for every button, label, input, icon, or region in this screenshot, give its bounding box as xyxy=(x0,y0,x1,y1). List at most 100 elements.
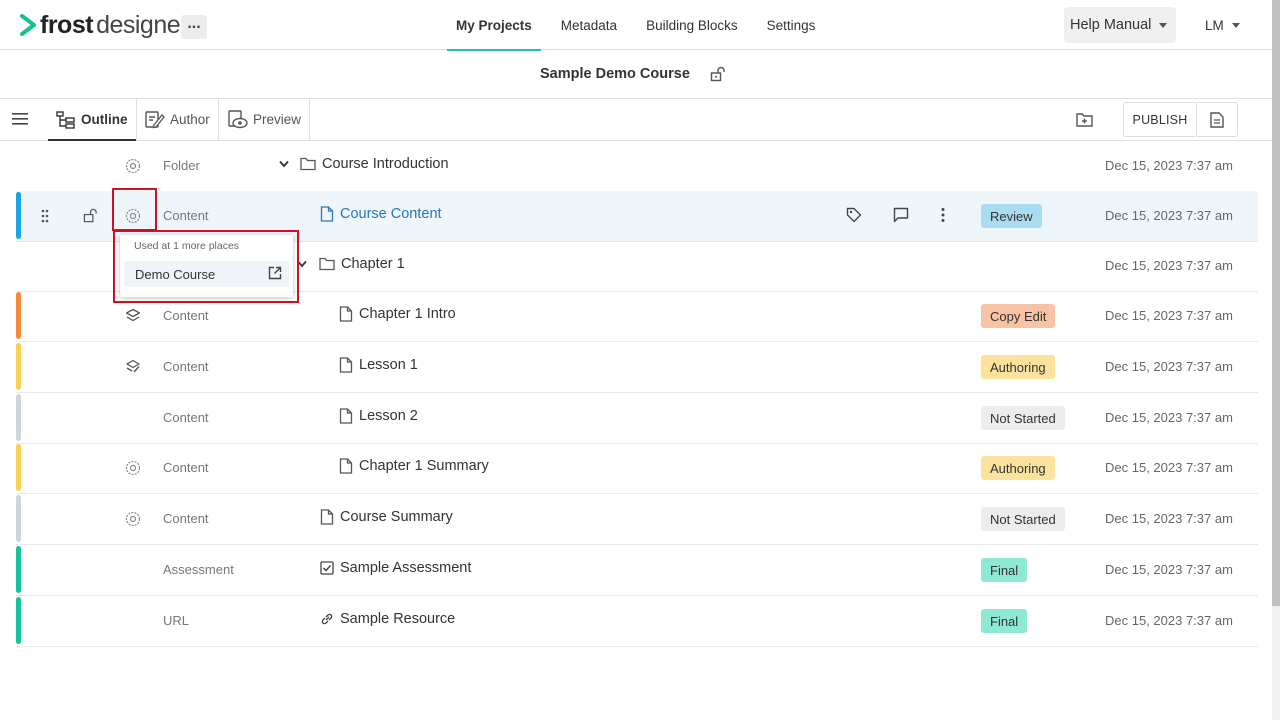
row-color-bar xyxy=(16,546,21,593)
row-title-text: Course Content xyxy=(340,206,442,222)
row-type: Folder xyxy=(163,158,200,173)
row-title-text: Lesson 2 xyxy=(359,408,418,424)
course-title: Sample Demo Course xyxy=(540,66,690,82)
file-icon xyxy=(339,306,353,322)
scrollbar-thumb[interactable] xyxy=(1272,0,1280,606)
user-menu[interactable]: LM xyxy=(1205,18,1240,33)
row-date: Dec 15, 2023 7:37 am xyxy=(1105,308,1233,323)
table-row[interactable]: Content Lesson 2 Not Started Dec 15, 202… xyxy=(16,393,1258,444)
tag-icon[interactable] xyxy=(846,207,862,223)
table-row[interactable]: Content Chapter 1 Summary Authoring Dec … xyxy=(16,443,1258,494)
table-row[interactable]: URL Sample Resource Final Dec 15, 2023 7… xyxy=(16,596,1258,647)
view-toolbar: Outline Author Preview PUBLISH xyxy=(0,99,1272,141)
file-icon xyxy=(339,458,353,474)
row-type: Content xyxy=(163,460,209,475)
checkbox-icon xyxy=(320,561,334,575)
row-title[interactable]: Chapter 1 xyxy=(319,256,405,272)
row-title-text: Chapter 1 xyxy=(341,256,405,272)
status-badge[interactable]: Review xyxy=(981,204,1042,228)
file-icon xyxy=(320,206,334,222)
new-folder-icon[interactable] xyxy=(1076,112,1093,127)
status-badge[interactable]: Authoring xyxy=(981,355,1055,379)
edit-document-icon xyxy=(145,111,165,129)
chevron-down-icon[interactable] xyxy=(279,160,289,168)
row-date: Dec 15, 2023 7:37 am xyxy=(1105,511,1233,526)
row-date: Dec 15, 2023 7:37 am xyxy=(1105,258,1233,273)
row-type: Content xyxy=(163,410,209,425)
view-tab-outline[interactable]: Outline xyxy=(48,99,137,141)
file-icon xyxy=(320,509,334,525)
tab-building-blocks[interactable]: Building Blocks xyxy=(637,0,747,50)
table-row[interactable]: Content Lesson 1 Authoring Dec 15, 2023 … xyxy=(16,342,1258,393)
layers-icon[interactable] xyxy=(125,308,141,324)
row-title[interactable]: Sample Assessment xyxy=(320,560,471,576)
row-type: Content xyxy=(163,359,209,374)
row-color-bar xyxy=(16,192,21,239)
tab-settings[interactable]: Settings xyxy=(758,0,825,50)
row-title[interactable]: Sample Resource xyxy=(320,611,455,627)
linked-content-icon[interactable] xyxy=(125,511,141,527)
row-title[interactable]: Lesson 2 xyxy=(339,408,418,424)
row-date: Dec 15, 2023 7:37 am xyxy=(1105,613,1233,628)
row-type: Assessment xyxy=(163,562,234,577)
row-color-bar xyxy=(16,597,21,644)
row-color-bar xyxy=(16,292,21,339)
highlight-box xyxy=(112,188,157,231)
status-badge[interactable]: Final xyxy=(981,558,1028,582)
tab-metadata[interactable]: Metadata xyxy=(552,0,626,50)
table-row[interactable]: Content Course Summary Not Started Dec 1… xyxy=(16,494,1258,545)
status-badge[interactable]: Final xyxy=(981,609,1028,633)
document-report-button[interactable] xyxy=(1197,102,1238,137)
app-logo[interactable]: frost designer xyxy=(20,10,188,40)
row-title[interactable]: Chapter 1 Summary xyxy=(339,458,489,474)
row-color-bar xyxy=(16,444,21,491)
user-initials: LM xyxy=(1205,18,1224,33)
status-badge[interactable]: Authoring xyxy=(981,456,1055,480)
linked-content-icon[interactable] xyxy=(125,460,141,476)
row-title[interactable]: Course Introduction xyxy=(300,156,449,172)
view-tab-preview-label: Preview xyxy=(253,112,302,127)
layers-check-icon[interactable] xyxy=(125,359,141,375)
row-date: Dec 15, 2023 7:37 am xyxy=(1105,359,1233,374)
tab-my-projects[interactable]: My Projects xyxy=(447,0,541,51)
row-date: Dec 15, 2023 7:37 am xyxy=(1105,410,1233,425)
row-title-text: Chapter 1 Summary xyxy=(359,458,489,474)
hamburger-menu-icon[interactable] xyxy=(12,112,28,126)
row-title-text: Chapter 1 Intro xyxy=(359,306,456,322)
row-title[interactable]: Course Summary xyxy=(320,509,453,525)
preview-eye-icon xyxy=(228,110,248,129)
folder-icon xyxy=(300,157,316,171)
drag-handle-icon[interactable] xyxy=(40,209,50,223)
row-date: Dec 15, 2023 7:37 am xyxy=(1105,562,1233,577)
view-tab-author[interactable]: Author xyxy=(137,99,219,140)
row-type: Content xyxy=(163,511,209,526)
status-badge[interactable]: Copy Edit xyxy=(981,304,1056,328)
main-nav-tabs: My Projects Metadata Building Blocks Set… xyxy=(447,0,835,51)
row-title-text: Course Introduction xyxy=(322,156,449,172)
more-options-button[interactable]: ... xyxy=(181,15,207,39)
brand-name-light: designer xyxy=(96,10,188,39)
row-date: Dec 15, 2023 7:37 am xyxy=(1105,460,1233,475)
row-date: Dec 15, 2023 7:37 am xyxy=(1105,208,1233,223)
table-row[interactable]: Assessment Sample Assessment Final Dec 1… xyxy=(16,545,1258,596)
linked-content-icon[interactable] xyxy=(125,158,141,174)
status-badge[interactable]: Not Started xyxy=(981,406,1065,430)
row-type: Content xyxy=(163,208,209,223)
view-tab-preview[interactable]: Preview xyxy=(220,99,311,140)
row-color-bar xyxy=(16,394,21,441)
course-title-bar: Sample Demo Course xyxy=(0,50,1272,99)
table-row[interactable]: Folder Course Introduction Dec 15, 2023 … xyxy=(16,141,1258,192)
row-title[interactable]: Lesson 1 xyxy=(339,357,418,373)
top-navigation: frost designer ... My Projects Metadata … xyxy=(0,0,1272,51)
status-badge[interactable]: Not Started xyxy=(981,507,1065,531)
unlock-icon[interactable] xyxy=(83,208,98,223)
row-title[interactable]: Course Content xyxy=(320,206,442,222)
kebab-menu-icon[interactable] xyxy=(937,207,949,223)
help-manual-dropdown[interactable]: Help Manual xyxy=(1064,7,1176,43)
row-title[interactable]: Chapter 1 Intro xyxy=(339,306,456,322)
unlock-icon[interactable] xyxy=(710,66,726,82)
row-color-bar xyxy=(16,495,21,542)
view-tab-author-label: Author xyxy=(170,112,210,127)
publish-button[interactable]: PUBLISH xyxy=(1123,102,1197,137)
comment-icon[interactable] xyxy=(893,207,909,223)
